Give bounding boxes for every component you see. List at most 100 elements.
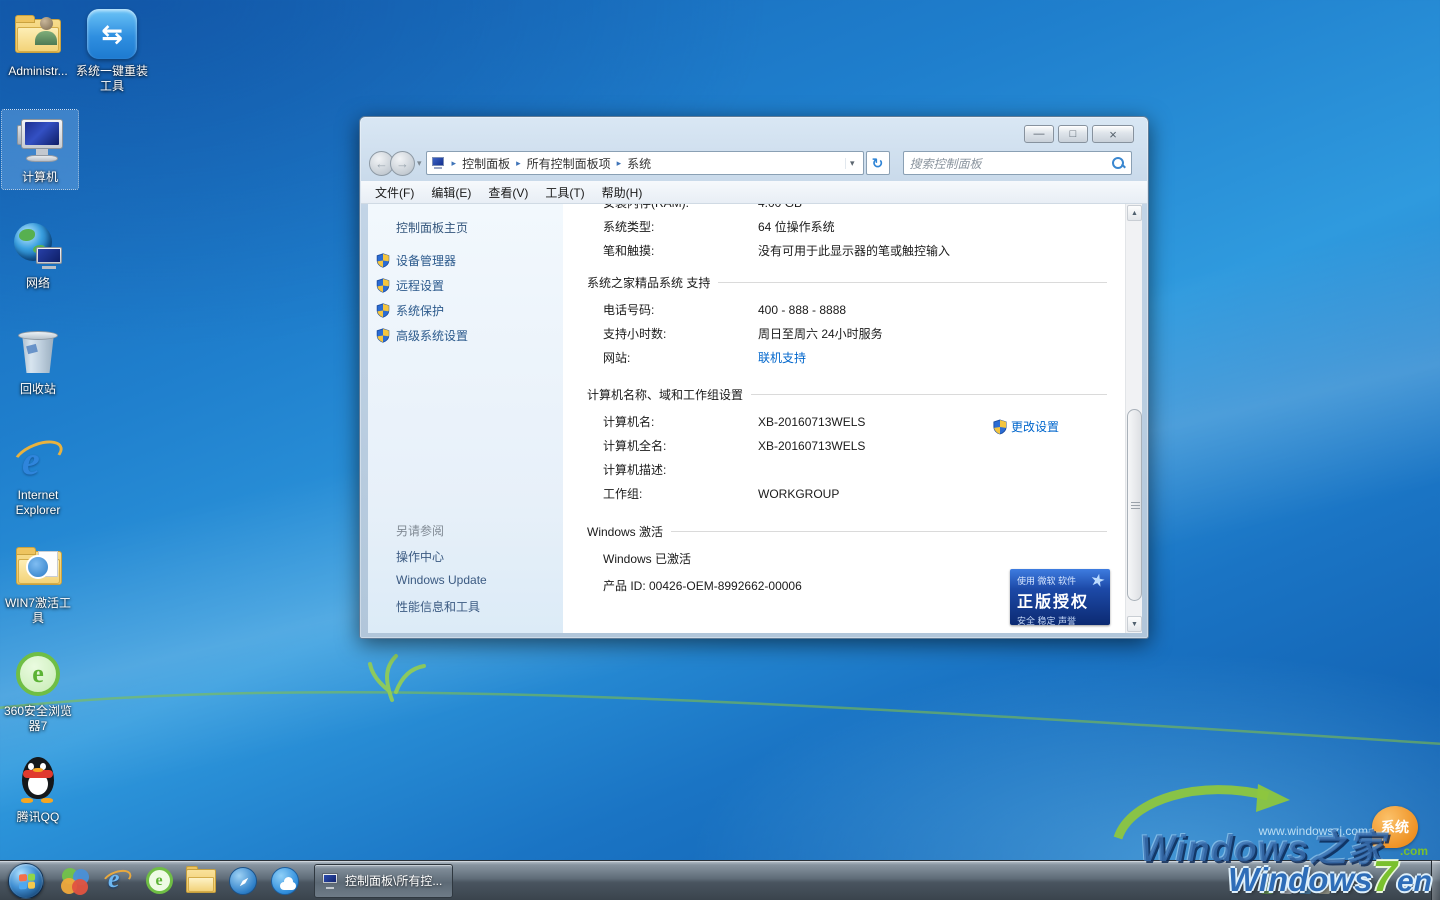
user-folder-icon	[15, 15, 61, 53]
recycle-bin-icon	[18, 329, 58, 375]
system-tray-icons[interactable]	[1261, 882, 1330, 894]
scrollbar-thumb[interactable]	[1127, 409, 1142, 601]
desktop-icon-360-browser[interactable]: e 360安全浏览器7	[0, 648, 76, 734]
360-safe-icon	[61, 867, 89, 895]
refresh-icon: ↻	[872, 155, 884, 172]
genuine-star-icon: ★	[1088, 570, 1107, 593]
icon-label: 腾讯QQ	[0, 810, 76, 825]
vertical-scrollbar[interactable]: ▲ ▼	[1125, 204, 1142, 633]
desktop-icon-win7-activation[interactable]: WIN7激活工具	[0, 540, 76, 626]
tray-icon[interactable]	[1280, 882, 1292, 894]
menu-file[interactable]: 文件(F)	[375, 184, 414, 201]
uac-shield-icon	[376, 303, 390, 318]
learn-more-online-link[interactable]: 联机了解更多内容...	[1004, 631, 1110, 633]
icon-label: 计算机	[2, 170, 78, 185]
icon-label: 网络	[0, 276, 76, 291]
uac-shield-icon	[376, 253, 390, 268]
swap-arrows-icon: ⇆	[87, 9, 137, 59]
info-row: 计算机描述:	[587, 464, 1125, 477]
desktop: { "colors": { "accent": "#2e6db8", "link…	[0, 0, 1440, 900]
taskbar-window-button-control-panel[interactable]: 控制面板\所有控...	[314, 864, 453, 898]
info-row: 电话号码: 400 - 888 - 8888	[587, 304, 1125, 317]
menu-view[interactable]: 查看(V)	[488, 184, 528, 201]
uac-shield-icon	[376, 328, 390, 343]
caption-buttons: — □ ×	[1024, 125, 1134, 143]
info-row: 安装内存(RAM): 4.00 GB	[587, 204, 1125, 210]
section-header-activation: Windows 激活	[587, 523, 1125, 540]
360-browser-icon: e	[16, 652, 60, 696]
computer-icon	[17, 119, 63, 161]
forward-button[interactable]: →	[390, 151, 415, 176]
taskbar-item-360-browser[interactable]: e	[138, 861, 180, 900]
show-desktop-button[interactable]	[1431, 860, 1440, 900]
navigation-bar: ← → ▾ ▸ 控制面板 ▸ 所有控制面板项 ▸ 系统 ▾ ↻ 搜索控制面板	[360, 146, 1148, 180]
menu-bar: 文件(F) 编辑(E) 查看(V) 工具(T) 帮助(H)	[361, 181, 1147, 204]
crumb-arrow-icon[interactable]: ▸	[511, 158, 526, 169]
search-placeholder: 搜索控制面板	[910, 155, 1111, 172]
system-page-icon	[431, 157, 445, 169]
menu-edit[interactable]: 编辑(E)	[431, 184, 471, 201]
info-row: 支持小时数: 周日至周六 24小时服务	[587, 328, 1125, 341]
desktop-icon-network[interactable]: 网络	[0, 220, 76, 291]
change-settings-link[interactable]: 更改设置	[993, 418, 1059, 435]
close-button[interactable]: ×	[1092, 125, 1134, 143]
menu-tools[interactable]: 工具(T)	[545, 184, 584, 201]
breadcrumb-system[interactable]: 系统	[626, 155, 652, 172]
sidebar-item-action-center[interactable]: 操作中心	[396, 548, 444, 565]
tray-icon[interactable]	[1299, 882, 1311, 894]
icon-label: 回收站	[0, 382, 76, 397]
desktop-icon-administrator[interactable]: Administr...	[0, 8, 76, 79]
sidebar-item-system-protection[interactable]: 系统保护	[376, 302, 444, 319]
desktop-icon-computer[interactable]: 计算机	[2, 110, 78, 189]
taskbar: e e 控制面板\所有控...	[0, 860, 1440, 900]
sidebar-item-remote-settings[interactable]: 远程设置	[376, 277, 444, 294]
taskbar-item-explorer[interactable]	[180, 861, 222, 900]
sidebar-item-windows-update[interactable]: Windows Update	[396, 573, 487, 587]
close-icon: ×	[1109, 128, 1117, 141]
folder-icon	[186, 869, 216, 893]
sidebar-item-control-panel-home[interactable]: 控制面板主页	[396, 219, 468, 236]
desktop-icon-qq[interactable]: 腾讯QQ	[0, 754, 76, 825]
ie-icon: e	[102, 867, 132, 895]
online-support-link[interactable]: 联机支持	[758, 352, 806, 365]
tray-icon[interactable]	[1318, 882, 1330, 894]
activation-status: Windows 已激活	[587, 553, 1125, 566]
breadcrumb-all-items[interactable]: 所有控制面板项	[526, 155, 612, 172]
uac-shield-icon	[376, 278, 390, 293]
sidebar-item-advanced-settings[interactable]: 高级系统设置	[376, 327, 468, 344]
info-row: 网站: 联机支持	[587, 352, 1125, 365]
start-button[interactable]	[8, 863, 44, 899]
scroll-down-button[interactable]: ▼	[1127, 616, 1142, 632]
recent-pages-dropdown[interactable]: ▾	[417, 158, 422, 169]
tray-icon[interactable]	[1261, 882, 1273, 894]
address-bar[interactable]: ▸ 控制面板 ▸ 所有控制面板项 ▸ 系统 ▾	[426, 151, 864, 175]
ie-icon: e	[14, 435, 62, 481]
section-header-support: 系统之家精品系统 支持	[587, 274, 1125, 291]
sidebar-item-device-manager[interactable]: 设备管理器	[376, 252, 456, 269]
refresh-button[interactable]: ↻	[866, 151, 890, 175]
breadcrumb-control-panel[interactable]: 控制面板	[461, 155, 511, 172]
menu-help[interactable]: 帮助(H)	[602, 184, 643, 201]
maximize-button[interactable]: □	[1058, 125, 1088, 143]
desktop-icon-internet-explorer[interactable]: e Internet Explorer	[0, 432, 76, 518]
desktop-icon-reinstall-tool[interactable]: ⇆ 系统一键重装工具	[74, 8, 150, 94]
icon-label: 系统一键重装工具	[74, 64, 150, 94]
desktop-icon-recycle-bin[interactable]: 回收站	[0, 326, 76, 397]
info-row: 系统类型: 64 位操作系统	[587, 221, 1125, 234]
search-box[interactable]: 搜索控制面板	[903, 151, 1132, 175]
minimize-button[interactable]: —	[1024, 125, 1054, 143]
taskbar-item-qq-browser[interactable]	[264, 861, 306, 900]
taskbar-item-browser-compass[interactable]	[222, 861, 264, 900]
taskbar-item-internet-explorer[interactable]: e	[96, 861, 138, 900]
activation-folder-icon	[16, 547, 60, 585]
sidebar-item-performance-tools[interactable]: 性能信息和工具	[396, 598, 480, 615]
genuine-microsoft-badge[interactable]: 使用 微软 软件 ★ 正版授权 安全 稳定 声誉	[1010, 569, 1110, 625]
scroll-up-button[interactable]: ▲	[1127, 205, 1142, 221]
crumb-arrow-icon[interactable]: ▸	[612, 158, 627, 169]
taskbar-item-360-safe[interactable]	[54, 861, 96, 900]
cloud-browser-icon	[271, 867, 299, 895]
back-icon: ←	[375, 156, 388, 171]
address-dropdown-icon[interactable]: ▾	[845, 158, 859, 169]
search-icon[interactable]	[1111, 156, 1125, 170]
forward-icon: →	[396, 156, 409, 171]
